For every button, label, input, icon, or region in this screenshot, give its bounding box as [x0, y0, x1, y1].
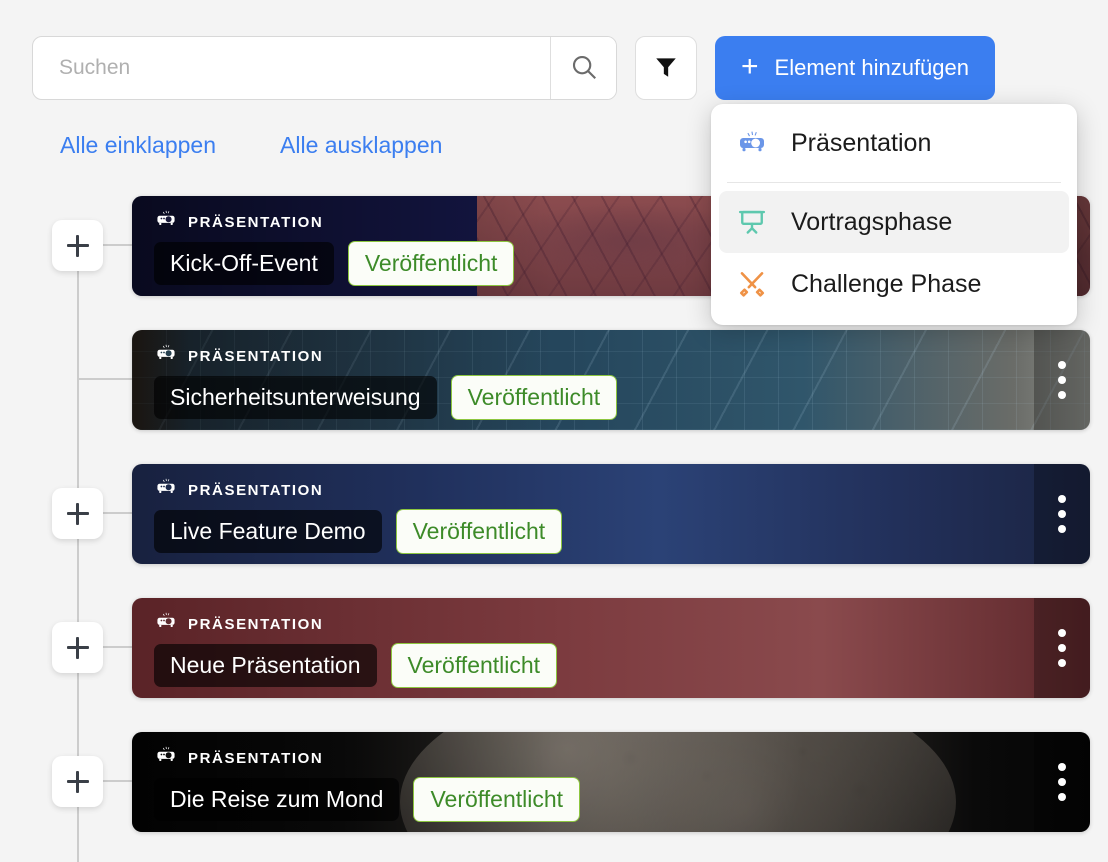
- card-kicker: PRÄSENTATION: [154, 478, 1030, 503]
- more-options-icon: [1058, 361, 1066, 399]
- card-kicker-label: PRÄSENTATION: [188, 750, 324, 767]
- card-title: Live Feature Demo: [154, 510, 382, 553]
- search-button[interactable]: [550, 37, 616, 99]
- dropdown-item-challenge-phase[interactable]: Challenge Phase: [719, 253, 1069, 315]
- expand-all-link[interactable]: Alle ausklappen: [280, 132, 442, 159]
- filter-button[interactable]: [635, 36, 697, 100]
- card-menu-button[interactable]: [1034, 330, 1090, 430]
- more-options-icon: [1058, 763, 1066, 801]
- card-kicker: PRÄSENTATION: [154, 746, 1030, 771]
- add-node-button[interactable]: [52, 622, 103, 673]
- card-kicker-label: PRÄSENTATION: [188, 348, 324, 365]
- projector-icon: [154, 210, 178, 235]
- search-icon: [569, 52, 599, 85]
- dropdown-separator: [727, 182, 1061, 183]
- card-kicker-label: PRÄSENTATION: [188, 616, 324, 633]
- list-item: PRÄSENTATION Die Reise zum Mond Veröffen…: [0, 732, 1108, 862]
- tree-controls: Alle einklappen Alle ausklappen: [60, 132, 442, 159]
- projector-icon: [154, 344, 178, 369]
- add-element-label: Element hinzufügen: [774, 55, 969, 80]
- card-title: Neue Präsentation: [154, 644, 377, 687]
- search-box: [32, 36, 617, 100]
- card-kicker: PRÄSENTATION: [154, 344, 1030, 369]
- projector-icon: [154, 478, 178, 503]
- dropdown-item-label: Vortragsphase: [791, 207, 953, 236]
- card-menu-button[interactable]: [1034, 732, 1090, 832]
- projector-icon: [735, 126, 769, 160]
- add-node-button[interactable]: [52, 488, 103, 539]
- status-badge: Veröffentlicht: [413, 777, 581, 822]
- plus-icon: +: [741, 49, 759, 83]
- card-kicker-label: PRÄSENTATION: [188, 214, 324, 231]
- card-title: Sicherheitsunterweisung: [154, 376, 437, 419]
- more-options-icon: [1058, 495, 1066, 533]
- add-node-button[interactable]: [52, 756, 103, 807]
- add-element-dropdown: Präsentation Vortragsphase Challenge Pha…: [711, 104, 1077, 325]
- status-badge: Veröffentlicht: [450, 375, 618, 420]
- element-card[interactable]: PRÄSENTATION Sicherheitsunterweisung Ver…: [132, 330, 1090, 430]
- crossed-swords-icon: [735, 267, 769, 301]
- toolbar: + Element hinzufügen: [32, 36, 995, 100]
- element-card[interactable]: PRÄSENTATION Neue Präsentation Veröffent…: [132, 598, 1090, 698]
- page-root: + Element hinzufügen Alle einklappen All…: [0, 0, 1108, 862]
- element-card[interactable]: PRÄSENTATION Live Feature Demo Veröffent…: [132, 464, 1090, 564]
- status-badge: Veröffentlicht: [390, 643, 558, 688]
- more-options-icon: [1058, 629, 1066, 667]
- dropdown-item-vortragsphase[interactable]: Vortragsphase: [719, 191, 1069, 253]
- status-badge: Veröffentlicht: [347, 241, 515, 286]
- presentation-board-icon: [735, 205, 769, 239]
- dropdown-item-label: Challenge Phase: [791, 269, 982, 298]
- add-node-button[interactable]: [52, 220, 103, 271]
- list-item: PRÄSENTATION Neue Präsentation Veröffent…: [0, 598, 1108, 732]
- projector-icon: [154, 612, 178, 637]
- card-kicker-label: PRÄSENTATION: [188, 482, 324, 499]
- dropdown-item-praesentation[interactable]: Präsentation: [719, 112, 1069, 174]
- list-item: PRÄSENTATION Live Feature Demo Veröffent…: [0, 464, 1108, 598]
- element-card[interactable]: PRÄSENTATION Die Reise zum Mond Veröffen…: [132, 732, 1090, 832]
- dropdown-item-label: Präsentation: [791, 128, 932, 157]
- card-kicker: PRÄSENTATION: [154, 612, 1030, 637]
- card-title: Kick-Off-Event: [154, 242, 334, 285]
- projector-icon: [154, 746, 178, 771]
- status-badge: Veröffentlicht: [395, 509, 563, 554]
- card-menu-button[interactable]: [1034, 464, 1090, 564]
- card-title: Die Reise zum Mond: [154, 778, 400, 821]
- card-menu-button[interactable]: [1034, 598, 1090, 698]
- list-item: PRÄSENTATION Sicherheitsunterweisung Ver…: [0, 330, 1108, 464]
- filter-funnel-icon: [653, 54, 679, 83]
- collapse-all-link[interactable]: Alle einklappen: [60, 132, 216, 159]
- search-input[interactable]: [33, 37, 550, 99]
- add-element-button[interactable]: + Element hinzufügen: [715, 36, 995, 100]
- row-connector: [78, 378, 132, 380]
